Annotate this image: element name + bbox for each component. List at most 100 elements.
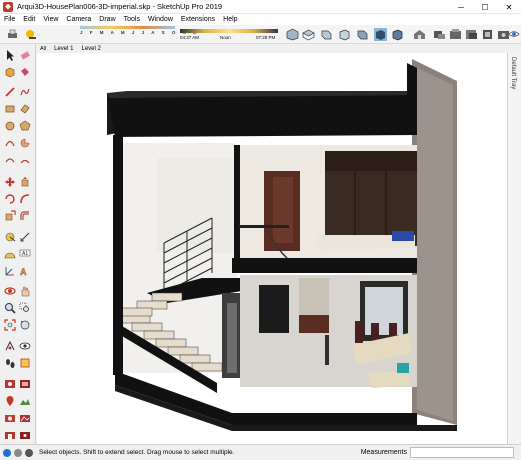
- model-viewport[interactable]: [37, 53, 507, 444]
- arc-icon[interactable]: [4, 137, 16, 149]
- month-slider[interactable]: [80, 26, 175, 29]
- position-camera-icon[interactable]: [4, 340, 16, 352]
- back-view-icon[interactable]: [356, 28, 369, 41]
- section-arc-icon[interactable]: [4, 154, 16, 166]
- scene-tabs: All Level 1 Level 2: [36, 44, 511, 53]
- credits-icon[interactable]: [14, 448, 22, 457]
- zoom-icon[interactable]: [4, 302, 16, 314]
- top-view-icon[interactable]: [302, 28, 315, 41]
- pie-icon[interactable]: [19, 137, 31, 149]
- freehand-icon[interactable]: [19, 86, 31, 98]
- status-message: Select objects. Shift to extend select. …: [39, 449, 235, 456]
- follow-me-icon[interactable]: [19, 193, 31, 205]
- menu-help[interactable]: Help: [219, 16, 241, 23]
- window-title: Arqui3D-HousePlan006-3D-imperial.skp - S…: [17, 2, 223, 11]
- front-view-icon[interactable]: [320, 28, 333, 41]
- svg-text:A: A: [20, 267, 27, 277]
- menu-bar: File Edit View Camera Draw Tools Window …: [0, 14, 521, 25]
- 3d-text-icon[interactable]: A: [19, 265, 31, 277]
- line-icon[interactable]: [4, 86, 16, 98]
- photo-icon[interactable]: [4, 412, 16, 424]
- section-cuts-icon[interactable]: [19, 378, 31, 390]
- noon-label: Noon: [220, 35, 231, 40]
- sketchup-logo-icon: [3, 1, 13, 12]
- make-component-icon[interactable]: [4, 66, 16, 78]
- polygon-icon[interactable]: [19, 120, 31, 132]
- offset-icon[interactable]: [19, 210, 31, 222]
- measurements-input[interactable]: [410, 447, 514, 458]
- rotate-icon[interactable]: [4, 193, 16, 205]
- move-icon[interactable]: [4, 176, 16, 188]
- scale-icon[interactable]: [4, 210, 16, 222]
- iso-view-icon[interactable]: [286, 28, 299, 41]
- wireframe-icon[interactable]: [391, 28, 404, 41]
- layout-icon[interactable]: [465, 28, 478, 41]
- extension-warehouse-icon[interactable]: [449, 28, 462, 41]
- menu-camera[interactable]: Camera: [62, 16, 95, 23]
- pan-icon[interactable]: [19, 285, 31, 297]
- default-tray[interactable]: Default Tray: [507, 53, 521, 444]
- warehouse-tool-icon[interactable]: [4, 429, 16, 441]
- paint-bucket-icon[interactable]: [19, 66, 31, 78]
- section-plane-icon[interactable]: [19, 357, 31, 369]
- menu-tools[interactable]: Tools: [120, 16, 144, 23]
- warehouse-icon[interactable]: [413, 28, 426, 41]
- terrain-icon[interactable]: [19, 395, 31, 407]
- rectangle-icon[interactable]: [4, 103, 16, 115]
- menu-file[interactable]: File: [0, 16, 19, 23]
- menu-extensions[interactable]: Extensions: [177, 16, 219, 23]
- geolocation-icon[interactable]: [3, 448, 11, 457]
- push-pull-icon[interactable]: [19, 176, 31, 188]
- protractor-icon[interactable]: [4, 248, 16, 260]
- add-location-icon[interactable]: [4, 395, 16, 407]
- sunrise-time: 04:37 AM: [180, 35, 200, 40]
- previous-icon[interactable]: [19, 319, 31, 331]
- circle-icon[interactable]: [4, 120, 16, 132]
- eraser-icon[interactable]: [19, 49, 31, 61]
- user-icon[interactable]: [508, 28, 520, 41]
- status-bar: Select objects. Shift to extend select. …: [0, 444, 521, 460]
- print-icon[interactable]: [6, 28, 19, 41]
- close-button[interactable]: ✕: [497, 0, 521, 14]
- menu-edit[interactable]: Edit: [19, 16, 39, 23]
- tab-level-1[interactable]: Level 1: [50, 46, 77, 52]
- text-icon[interactable]: A1: [19, 248, 31, 260]
- display-section-icon[interactable]: [4, 378, 16, 390]
- house-model-section-view[interactable]: [37, 53, 507, 444]
- menu-draw[interactable]: Draw: [95, 16, 119, 23]
- menu-window[interactable]: Window: [144, 16, 177, 23]
- tab-level-2[interactable]: Level 2: [77, 46, 104, 52]
- select-icon[interactable]: [4, 49, 16, 61]
- user-account-icon[interactable]: [25, 448, 33, 457]
- look-around-icon[interactable]: [19, 340, 31, 352]
- rotated-rect-icon[interactable]: [19, 103, 31, 115]
- right-view-icon[interactable]: [338, 28, 351, 41]
- zoom-window-icon[interactable]: [19, 302, 31, 314]
- tape-measure-icon[interactable]: [4, 231, 16, 243]
- sandbox-tool-icon[interactable]: [19, 412, 31, 424]
- menu-view[interactable]: View: [39, 16, 62, 23]
- maximize-button[interactable]: ☐: [473, 0, 497, 14]
- share-model-icon[interactable]: [433, 28, 446, 41]
- scenes-all-label[interactable]: All: [36, 46, 50, 52]
- mid-floor-slab: [232, 258, 417, 273]
- axes-icon[interactable]: [4, 265, 16, 277]
- zoom-extents-icon[interactable]: [4, 319, 16, 331]
- svg-text:A1: A1: [22, 251, 28, 257]
- two-point-arc-icon[interactable]: [19, 154, 31, 166]
- orbit-icon[interactable]: [4, 285, 16, 297]
- shadow-icon[interactable]: [24, 28, 37, 41]
- time-slider[interactable]: [180, 29, 278, 33]
- minimize-button[interactable]: ─: [449, 0, 473, 14]
- measurements-label: Measurements: [360, 449, 407, 456]
- xray-icon[interactable]: [374, 28, 387, 41]
- roof-slab: [107, 93, 417, 137]
- dimension-icon[interactable]: [19, 231, 31, 243]
- extension-tool-icon[interactable]: [19, 429, 31, 441]
- tv-panel: [259, 285, 289, 333]
- walk-icon[interactable]: [4, 357, 16, 369]
- tray-label[interactable]: Default Tray: [510, 57, 516, 89]
- tool-palette: A1 A: [0, 44, 36, 444]
- title-bar: Arqui3D-HousePlan006-3D-imperial.skp - S…: [0, 0, 521, 14]
- extension-manager-icon[interactable]: [481, 28, 494, 41]
